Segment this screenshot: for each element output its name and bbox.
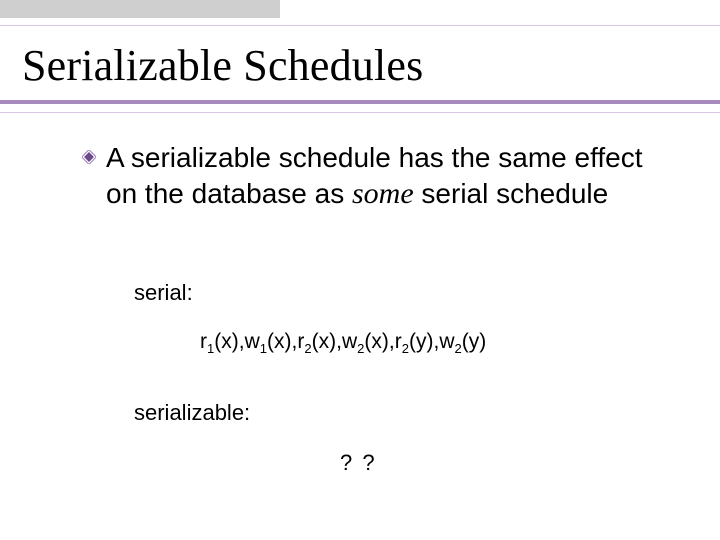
op-r2y: r2(y) xyxy=(395,330,434,353)
slide-title: Serializable Schedules xyxy=(22,40,423,91)
placeholder-qmarks: ? ? xyxy=(340,450,377,476)
bullet-1-em: some xyxy=(352,177,414,210)
slide: Serializable Schedules A serializable sc… xyxy=(0,0,720,540)
op-r1x: r1(x) xyxy=(200,330,239,353)
serial-schedule-formula: r1(x),w1(x),r2(x),w2(x),r2(y),w2(y) xyxy=(200,330,486,354)
op-w2y: w2(y) xyxy=(439,330,486,353)
bullet-1: A serializable schedule has the same eff… xyxy=(82,140,652,213)
op-w1x: w1(x) xyxy=(245,330,292,353)
bullet-1-post: serial schedule xyxy=(414,178,609,209)
label-serializable: serializable: xyxy=(134,400,250,426)
bullet-1-text: A serializable schedule has the same eff… xyxy=(106,140,652,213)
rule-above-title xyxy=(0,25,720,26)
label-serial: serial: xyxy=(134,280,193,306)
rule-below-title-2 xyxy=(0,112,720,113)
rule-below-title xyxy=(0,100,720,104)
top-accent-bar xyxy=(0,0,280,18)
op-r2x: r2(x) xyxy=(297,330,336,353)
diamond-bullet-icon xyxy=(82,150,96,164)
op-w2x: w2(x) xyxy=(342,330,389,353)
body-area: A serializable schedule has the same eff… xyxy=(82,140,652,213)
